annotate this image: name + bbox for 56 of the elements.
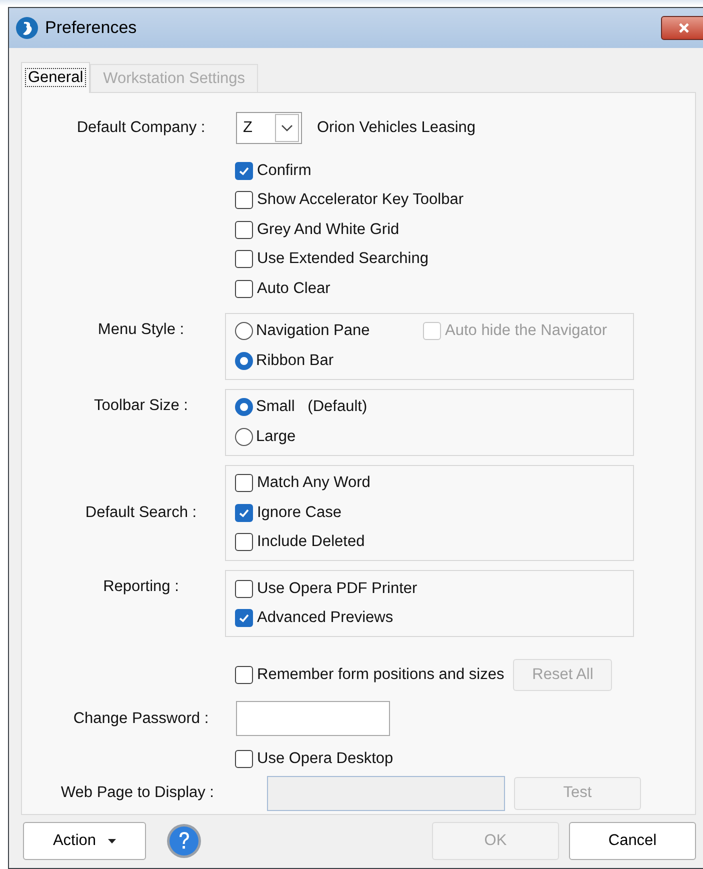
- checkbox[interactable]: [235, 250, 253, 268]
- radio-button[interactable]: [235, 428, 253, 446]
- checkmark-icon: [238, 506, 250, 519]
- field-label: Menu Style :: [96, 320, 186, 338]
- checkbox[interactable]: [235, 750, 253, 768]
- checkbox-label: Use Opera PDF Printer: [257, 580, 418, 598]
- checkbox-label: Grey And White Grid: [257, 220, 400, 239]
- checkbox-label: Include Deleted: [257, 533, 365, 552]
- password-field[interactable]: [236, 701, 390, 736]
- checkbox[interactable]: [235, 580, 253, 598]
- checkbox-label: Ignore Case: [257, 504, 342, 522]
- checkbox[interactable]: [235, 609, 253, 628]
- caret-icon: [108, 838, 116, 844]
- radio-button[interactable]: [235, 398, 253, 416]
- checkbox-label: Confirm: [257, 162, 312, 180]
- radio-label: Small (Default): [256, 398, 368, 416]
- company-name: Orion Vehicles Leasing: [317, 119, 476, 137]
- radio-label: Large: [256, 428, 296, 446]
- checkbox-label: Show Accelerator Key Toolbar: [257, 191, 464, 210]
- cancel-button[interactable]: Cancel: [569, 822, 696, 860]
- checkbox[interactable]: [235, 280, 253, 298]
- checkbox-label: Remember form positions and sizes: [257, 666, 504, 684]
- action-button[interactable]: Action: [23, 822, 146, 860]
- checkbox[interactable]: [235, 220, 253, 239]
- field-label: Default Company :: [76, 119, 206, 137]
- checkbox[interactable]: [235, 666, 253, 684]
- radio-label: Ribbon Bar: [256, 352, 334, 370]
- field-label: Toolbar Size :: [93, 396, 189, 414]
- close-button[interactable]: [661, 16, 703, 40]
- checkbox-label: Advanced Previews: [257, 609, 394, 628]
- field-label: Default Search :: [84, 504, 198, 522]
- checkbox-label: Use Extended Searching: [257, 250, 428, 268]
- radio-label: Navigation Pane: [256, 322, 370, 340]
- radio-button[interactable]: [235, 352, 253, 370]
- field-label: Change Password :: [72, 710, 210, 728]
- close-icon: [678, 22, 690, 34]
- checkbox[interactable]: [235, 504, 253, 522]
- help-icon[interactable]: [166, 823, 202, 859]
- chevron-down-icon: [281, 124, 293, 132]
- checkbox-label: Auto hide the Navigator: [445, 322, 607, 340]
- checkmark-icon: [238, 164, 250, 177]
- checkbox[interactable]: [235, 533, 253, 552]
- field-label: Reporting :: [102, 577, 180, 596]
- radio-button[interactable]: [235, 322, 253, 340]
- field-label: Web Page to Display :: [60, 784, 215, 802]
- checkbox[interactable]: [235, 474, 253, 492]
- checkbox-label: Use Opera Desktop: [257, 750, 394, 768]
- checkbox-label: Auto Clear: [257, 280, 330, 298]
- checkbox-label: Match Any Word: [257, 474, 370, 492]
- window-title: Preferences: [45, 18, 138, 38]
- checkbox[interactable]: [235, 162, 253, 180]
- checkbox[interactable]: [235, 191, 253, 210]
- company-dropdown[interactable]: Z: [236, 112, 302, 144]
- tab[interactable]: General: [21, 62, 90, 93]
- app-logo-icon: [15, 16, 39, 40]
- checkmark-icon: [238, 612, 250, 624]
